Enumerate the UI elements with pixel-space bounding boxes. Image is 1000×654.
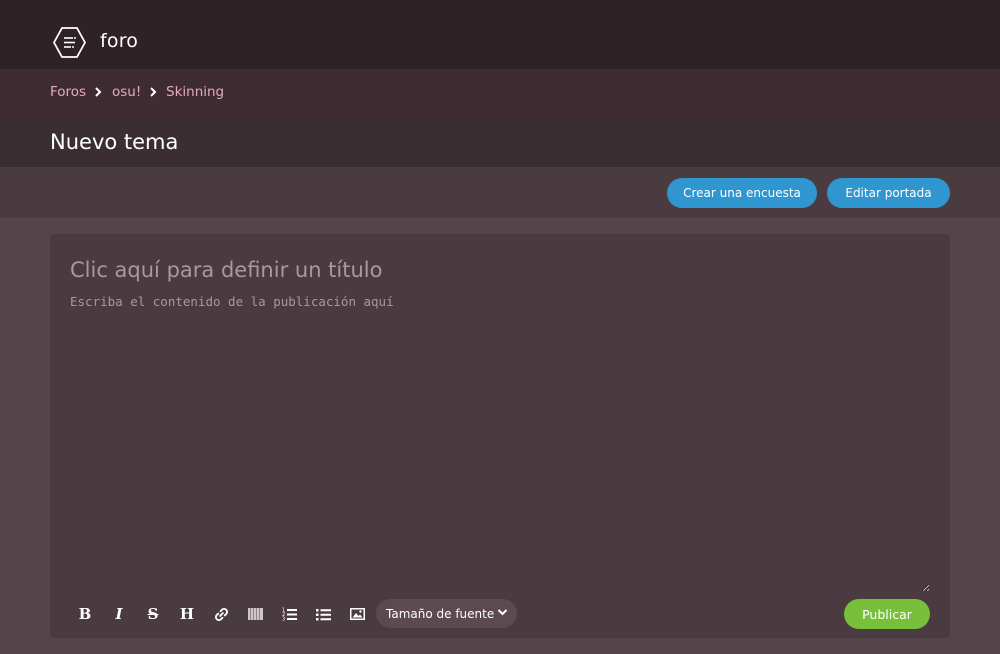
breadcrumb-item-foros[interactable]: Foros — [50, 84, 86, 100]
italic-button[interactable]: I — [106, 602, 132, 626]
image-icon — [349, 608, 365, 620]
font-size-select[interactable]: Tamaño de fuente — [376, 599, 517, 628]
unordered-list-button[interactable] — [310, 602, 336, 626]
link-icon — [214, 607, 228, 621]
top-header — [0, 0, 1000, 69]
publish-button[interactable]: Publicar — [844, 599, 930, 629]
spoiler-box-icon — [247, 608, 263, 620]
ordered-list-icon: 1 2 3 — [282, 608, 297, 622]
font-size-label: Tamaño de fuente — [386, 606, 495, 621]
image-button[interactable] — [344, 602, 370, 626]
topic-title-input[interactable] — [70, 256, 930, 284]
unordered-list-icon — [315, 608, 331, 620]
heading-button[interactable]: H — [174, 602, 200, 626]
svg-text:3: 3 — [282, 617, 285, 622]
strikethrough-button[interactable]: S — [140, 602, 166, 626]
ordered-list-button[interactable]: 1 2 3 — [276, 602, 302, 626]
breadcrumb-item-skinning[interactable]: Skinning — [166, 84, 224, 100]
chevron-right-icon — [95, 87, 102, 97]
page-title: Nuevo tema — [50, 130, 179, 154]
header-title: foro — [100, 30, 139, 52]
breadcrumb-item-osu[interactable]: osu! — [112, 84, 141, 100]
forum-logo-icon[interactable] — [53, 26, 86, 59]
bold-button[interactable]: B — [72, 602, 98, 626]
post-body-textarea[interactable] — [70, 294, 930, 592]
chevron-right-icon — [150, 87, 157, 97]
spoiler-box-button[interactable] — [242, 602, 268, 626]
create-poll-button[interactable]: Crear una encuesta — [667, 178, 817, 208]
chevron-down-icon — [497, 609, 508, 616]
link-button[interactable] — [208, 602, 234, 626]
edit-cover-button[interactable]: Editar portada — [827, 178, 950, 208]
